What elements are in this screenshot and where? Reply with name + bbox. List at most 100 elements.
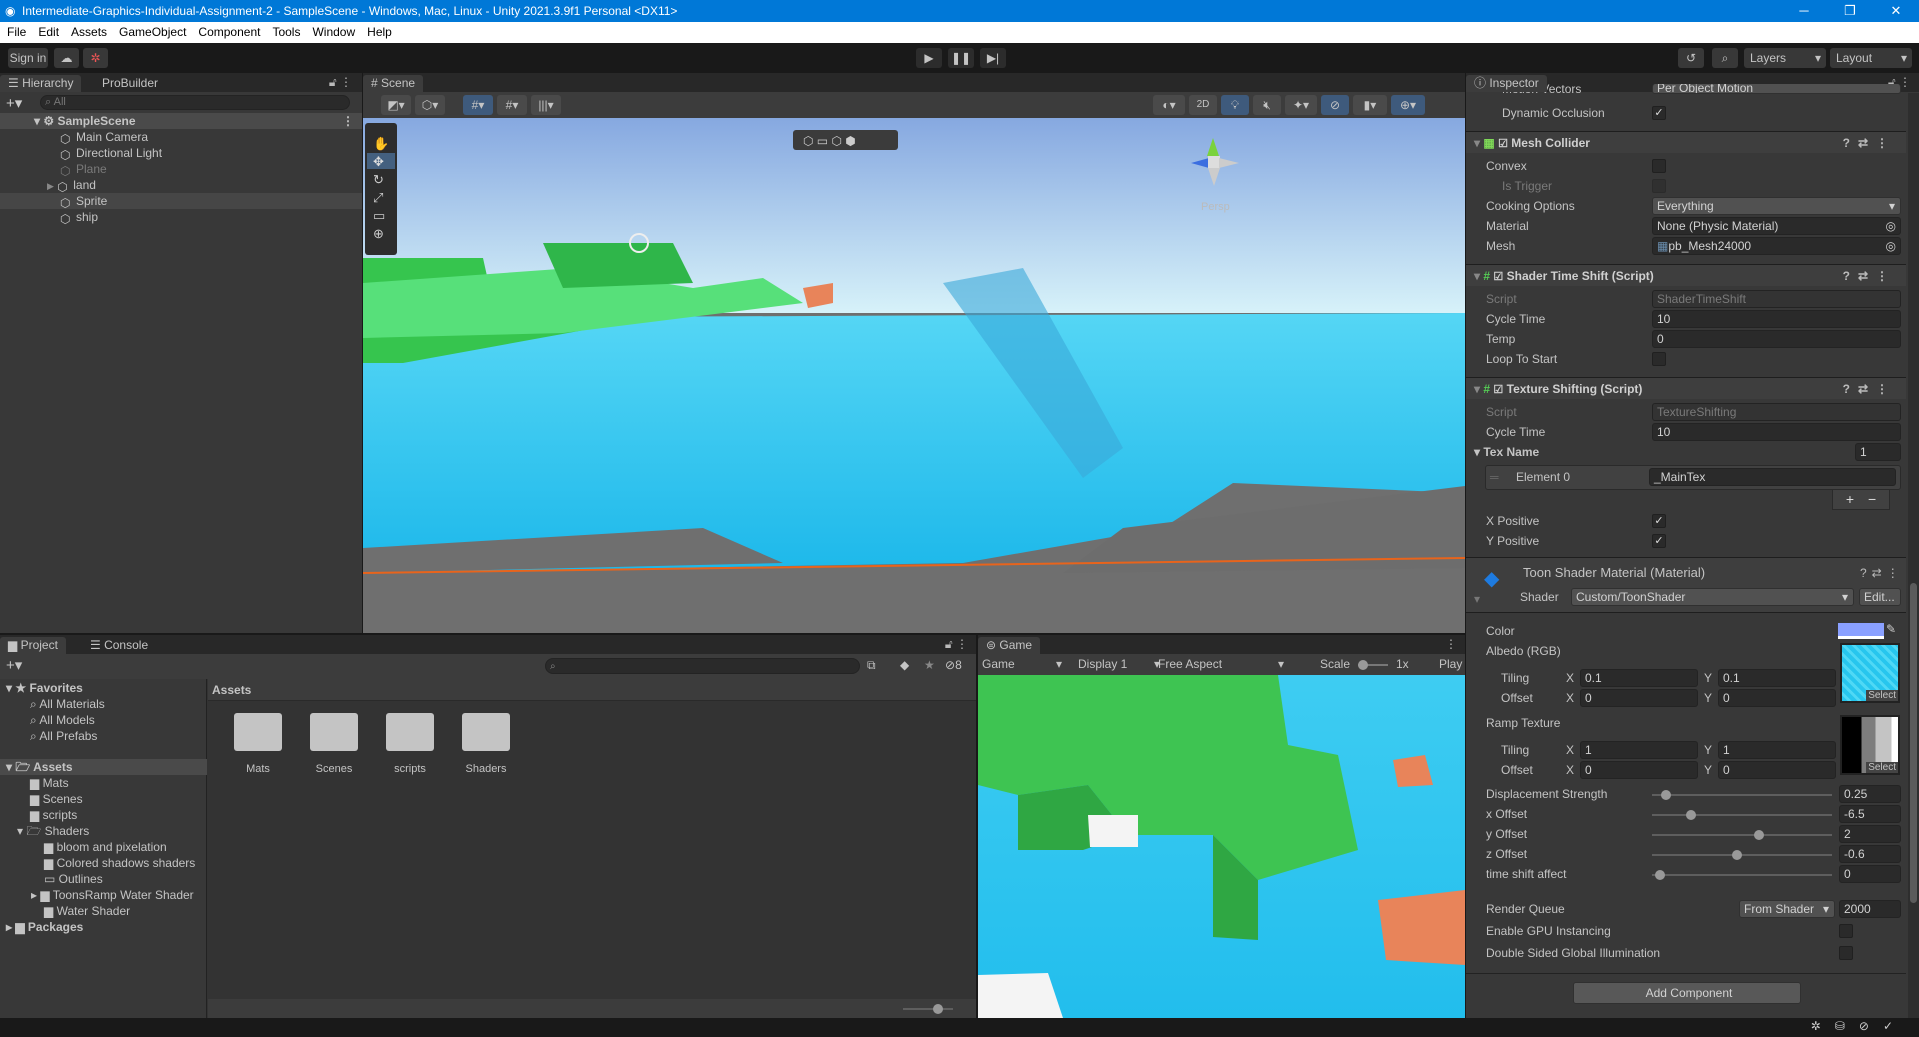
search-by-label-icon[interactable]: ◆	[900, 658, 909, 672]
scene-root-item[interactable]: ▾ ⚙ SampleScene ⋮	[0, 113, 362, 129]
favorite-all-prefabs[interactable]: ⌕ All Prefabs	[30, 728, 97, 744]
tab-project[interactable]: ▆ Project	[0, 637, 66, 654]
hierarchy-item-main-camera[interactable]: ⬡ Main Camera	[60, 129, 148, 146]
slider-knob[interactable]	[1686, 810, 1696, 820]
slider-knob[interactable]	[1731, 850, 1742, 860]
slider-track[interactable]	[1652, 850, 1832, 860]
folder-bloom[interactable]: ▆ bloom and pixelation	[44, 839, 167, 855]
draw-mode-dropdown[interactable]: ◩▾	[381, 95, 411, 115]
menu-tools[interactable]: Tools	[272, 25, 300, 39]
move-tool-icon[interactable]: ✥	[373, 154, 384, 169]
project-lock-icon[interactable]: 🔓︎ ⋮	[945, 637, 968, 652]
element-0-input[interactable]: _MainTex	[1649, 468, 1896, 486]
loop-to-start-checkbox[interactable]	[1652, 352, 1666, 366]
scale-slider[interactable]	[1358, 660, 1388, 670]
remove-element-button[interactable]: −	[1868, 491, 1876, 507]
foldout-icon[interactable]: ▾	[1474, 136, 1480, 150]
cycle-time-input[interactable]: 10	[1652, 423, 1901, 441]
transform-tool-icon[interactable]: ⊕	[373, 226, 384, 241]
folder-outlines[interactable]: ▭ Outlines	[44, 871, 103, 887]
hierarchy-item-ship[interactable]: ⬡ ship	[60, 209, 98, 226]
status-icons[interactable]: ✲⛁⊘✓	[1811, 1019, 1907, 1033]
asset-folder-tile[interactable]: Scenes	[304, 713, 364, 775]
material-menu-icons[interactable]: ?⇄⋮	[1860, 564, 1904, 582]
gizmos-dropdown[interactable]: ⊕▾	[1391, 95, 1425, 115]
audio-toggle-icon[interactable]: 🔇︎	[1253, 95, 1281, 115]
slider-value-input[interactable]: -6.5	[1839, 805, 1901, 823]
add-component-button[interactable]: Add Component	[1573, 982, 1801, 1004]
add-element-button[interactable]: +	[1846, 491, 1854, 507]
favorite-all-materials[interactable]: ⌕ All Materials	[30, 696, 105, 712]
asset-folder-tile[interactable]: Shaders	[456, 713, 516, 775]
albedo-offset-x-input[interactable]: 0	[1580, 689, 1698, 707]
layout-dropdown[interactable]: Layout ▾	[1830, 48, 1912, 68]
tab-console[interactable]: ☰ Console	[82, 637, 156, 654]
color-swatch[interactable]	[1838, 623, 1884, 639]
layers-dropdown[interactable]: Layers ▾	[1744, 48, 1826, 68]
collab-icon[interactable]: ✲	[83, 48, 108, 68]
mesh-collider-header[interactable]: ▾ ▦ ☑ Mesh Collider ?⇄⋮	[1466, 131, 1906, 153]
asset-folder-tile[interactable]: scripts	[380, 713, 440, 775]
y-positive-checkbox[interactable]: ✓	[1652, 534, 1666, 548]
slider-value-input[interactable]: 0.25	[1839, 785, 1901, 803]
folder-toonsramp[interactable]: ▸ ▆ ToonsRamp Water Shader	[31, 887, 207, 903]
folder-colored-shadows[interactable]: ▆ Colored shadows shaders	[44, 855, 195, 871]
albedo-tiling-y-input[interactable]: 0.1	[1718, 669, 1836, 687]
menu-edit[interactable]: Edit	[38, 25, 59, 39]
hierarchy-item-plane[interactable]: ⬡ Plane	[60, 161, 107, 178]
foldout-icon[interactable]: ▾	[1474, 269, 1480, 283]
folder-mats[interactable]: ▆ Mats	[30, 775, 69, 791]
rect-tool-icon[interactable]: ▭	[373, 208, 385, 223]
tab-scene[interactable]: # Scene	[363, 75, 424, 92]
sign-in-button[interactable]: Sign in	[8, 48, 48, 68]
slider-track[interactable]	[1652, 790, 1832, 800]
slider-knob[interactable]	[1660, 790, 1671, 800]
scrollbar-thumb[interactable]	[1910, 583, 1917, 903]
object-picker-icon[interactable]: ◎	[1886, 218, 1896, 234]
expand-arrow-icon[interactable]: ▶	[47, 181, 54, 191]
folder-water-shader[interactable]: ▆ Water Shader	[44, 903, 130, 919]
step-button[interactable]: ▶|	[980, 48, 1006, 68]
project-search-input[interactable]: ⌕	[545, 658, 860, 674]
ramp-offset-x-input[interactable]: 0	[1580, 761, 1698, 779]
tab-hierarchy[interactable]: ☰ Hierarchy	[0, 75, 82, 92]
shader-dropdown[interactable]: Custom/ToonShader ▾	[1571, 588, 1854, 606]
lighting-dropdown[interactable]: ◐▾	[1153, 95, 1185, 115]
folder-shaders[interactable]: ▾ 🗁︎ Shaders	[17, 823, 89, 839]
hierarchy-item-land[interactable]: ▶ ⬡ land	[47, 177, 96, 194]
scale-tool-icon[interactable]: ⤢	[373, 190, 383, 205]
search-icon[interactable]: ⌕	[1712, 48, 1738, 68]
convex-checkbox[interactable]	[1652, 159, 1666, 173]
component-menu-icons[interactable]: ?⇄⋮	[1843, 378, 1896, 400]
visibility-icon[interactable]: ⊘	[1321, 95, 1349, 115]
eyedropper-icon[interactable]: ✎	[1886, 622, 1896, 636]
scene-viewport[interactable]: ✋ ✥ ↻ ⤢ ▭ ⊕ ⬡ ▭ ⬡ ⬢ Persp	[363, 118, 1465, 633]
slider-value-input[interactable]: 2	[1839, 825, 1901, 843]
folder-scripts[interactable]: ▆ scripts	[30, 807, 77, 823]
cooking-options-dropdown[interactable]: Everything ▾	[1652, 197, 1901, 215]
menu-file[interactable]: File	[7, 25, 26, 39]
hidden-packages-toggle[interactable]: ⊘8	[945, 658, 962, 672]
enabled-checkbox[interactable]: ☑	[1498, 138, 1508, 150]
ruler-button[interactable]: |||▾	[531, 95, 561, 115]
dynamic-occlusion-checkbox[interactable]: ✓	[1652, 106, 1666, 120]
enabled-checkbox[interactable]: ☑	[1493, 271, 1503, 283]
texture-shifting-header[interactable]: ▾ # ☑ Texture Shifting (Script) ?⇄⋮	[1466, 377, 1906, 399]
hierarchy-item-sprite[interactable]: ⬡ Sprite	[0, 193, 362, 210]
mesh-field[interactable]: ▦pb_Mesh24000 ◎	[1652, 237, 1901, 255]
foldout-icon[interactable]: ▾	[1474, 382, 1480, 396]
light-toggle-icon[interactable]: 💡︎	[1221, 95, 1249, 115]
enabled-checkbox[interactable]: ☑	[1493, 384, 1503, 396]
snap-increment-button[interactable]: #▾	[497, 95, 527, 115]
tex-name-foldout[interactable]: ▾ Tex Name	[1474, 443, 1539, 461]
select-texture-button[interactable]: Select	[1866, 762, 1898, 773]
material-foldout-icon[interactable]: ▾	[1474, 590, 1480, 608]
camera-dropdown[interactable]: ▮▾	[1353, 95, 1387, 115]
game-menu-icon[interactable]: ⋮	[1445, 637, 1457, 651]
cycle-time-input[interactable]: 10	[1652, 310, 1901, 328]
create-dropdown-button[interactable]: +▾	[6, 656, 22, 674]
assets-folder[interactable]: ▾ 🗁︎ Assets	[0, 759, 207, 775]
effects-dropdown[interactable]: ✦▾	[1285, 95, 1317, 115]
hierarchy-search-input[interactable]: ⌕ All	[40, 95, 350, 110]
packages-folder[interactable]: ▸ ▆ Packages	[6, 919, 83, 935]
